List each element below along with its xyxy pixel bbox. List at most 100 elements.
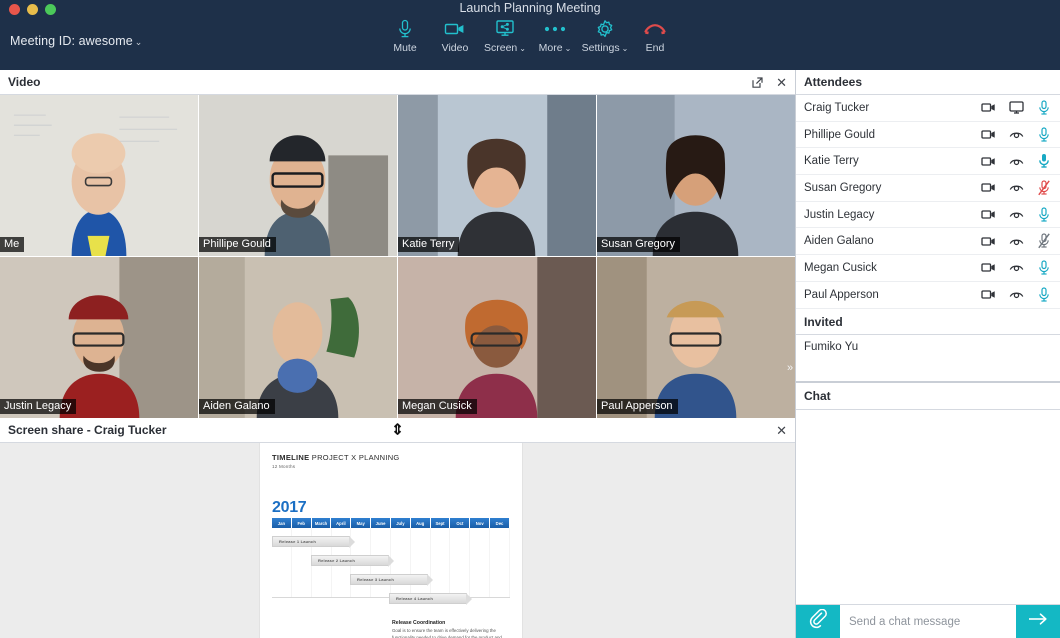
chat-message-input[interactable]: Send a chat message bbox=[840, 605, 1016, 638]
attendee-name: Katie Terry bbox=[804, 155, 859, 168]
video-feed bbox=[597, 95, 795, 256]
mute-button[interactable]: Mute bbox=[380, 18, 430, 54]
invited-section-title: Invited bbox=[796, 308, 1060, 335]
attendee-row[interactable]: Justin Legacy bbox=[796, 202, 1060, 229]
month-cell: Dec bbox=[490, 518, 510, 528]
mic-muted-icon[interactable] bbox=[1030, 233, 1058, 249]
video-feed bbox=[199, 95, 397, 256]
video-tile[interactable]: Phillipe Gould bbox=[199, 95, 397, 256]
video-tile[interactable]: Susan Gregory bbox=[597, 95, 795, 256]
send-arrow-icon bbox=[1027, 611, 1049, 632]
attendee-row[interactable]: Paul Apperson bbox=[796, 282, 1060, 309]
video-tile[interactable]: Megan Cusick bbox=[398, 257, 596, 418]
mic-active-icon[interactable] bbox=[1030, 153, 1058, 169]
meeting-toolbar: Mute Video Screen ⌄ More ⌄ Settings ⌄ En… bbox=[0, 18, 1060, 54]
gear-icon bbox=[595, 18, 615, 39]
eye-view-icon[interactable] bbox=[1002, 209, 1030, 220]
video-label: Video bbox=[441, 42, 469, 54]
month-cell: Jan bbox=[272, 518, 292, 528]
video-camera-icon[interactable] bbox=[974, 209, 1002, 220]
video-camera-icon[interactable] bbox=[974, 182, 1002, 193]
video-camera-icon[interactable] bbox=[974, 156, 1002, 167]
chevron-down-icon: ⌄ bbox=[564, 44, 572, 53]
attach-file-button[interactable] bbox=[796, 605, 840, 638]
invited-row[interactable]: Fumiko Yu bbox=[796, 335, 1060, 360]
month-cell: July bbox=[390, 518, 411, 528]
slide-title-bold: TIMELINE bbox=[272, 453, 310, 462]
timeline-month-header: Jan Feb March April May June July Aug Se… bbox=[272, 518, 510, 528]
video-camera-icon[interactable] bbox=[974, 129, 1002, 140]
slide-title-rest: PROJECT X PLANNING bbox=[309, 453, 400, 462]
mic-on-icon[interactable] bbox=[1030, 287, 1058, 303]
release-bar: Release 1 Launch bbox=[272, 536, 355, 548]
video-panel-title: Video bbox=[8, 75, 41, 89]
attendee-name: Craig Tucker bbox=[804, 101, 870, 114]
popout-icon[interactable] bbox=[751, 76, 764, 89]
video-camera-icon[interactable] bbox=[974, 236, 1002, 247]
eye-view-icon[interactable] bbox=[1002, 262, 1030, 273]
close-icon[interactable]: ✕ bbox=[776, 424, 787, 437]
eye-view-icon[interactable] bbox=[1002, 182, 1030, 193]
resize-handle[interactable]: ⇕ bbox=[391, 423, 404, 438]
attendee-row[interactable]: Aiden Galano bbox=[796, 228, 1060, 256]
shared-screen-viewport[interactable]: TIMELINE PROJECT X PLANNING 12 Months 20… bbox=[0, 443, 795, 638]
chat-panel-title: Chat bbox=[796, 381, 1060, 410]
video-camera-icon[interactable] bbox=[974, 102, 1002, 113]
settings-button[interactable]: Settings ⌄ bbox=[580, 18, 630, 54]
video-tile-name: Phillipe Gould bbox=[199, 237, 276, 252]
video-tile[interactable]: Aiden Galano bbox=[199, 257, 397, 418]
attendee-row[interactable]: Megan Cusick bbox=[796, 255, 1060, 282]
slide-footer: Release Coordination Goal is to ensure t… bbox=[272, 620, 510, 638]
screen-share-button[interactable]: Screen ⌄ bbox=[480, 18, 530, 54]
more-button[interactable]: More ⌄ bbox=[530, 18, 580, 54]
chat-input-bar: Send a chat message bbox=[796, 604, 1060, 638]
attendees-panel-header: Attendees bbox=[796, 70, 1060, 95]
timeline-grid: Release 1 Launch Release 2 Launch Releas… bbox=[272, 528, 510, 605]
attendee-row[interactable]: Craig Tucker bbox=[796, 95, 1060, 122]
eye-view-icon[interactable] bbox=[1002, 156, 1030, 167]
eye-view-icon[interactable] bbox=[1002, 129, 1030, 140]
eye-view-icon[interactable] bbox=[1002, 236, 1030, 247]
video-tile-name: Susan Gregory bbox=[597, 237, 680, 252]
mic-muted-icon[interactable] bbox=[1030, 180, 1058, 196]
video-button[interactable]: Video bbox=[430, 18, 480, 54]
mic-on-icon[interactable] bbox=[1030, 126, 1058, 143]
video-tile[interactable]: Justin Legacy bbox=[0, 257, 198, 418]
attendee-row[interactable]: Phillipe Gould bbox=[796, 122, 1060, 149]
video-panel-header: Video ✕ bbox=[0, 70, 795, 95]
mic-on-icon[interactable] bbox=[1030, 100, 1058, 116]
slide-year: 2017 bbox=[272, 499, 307, 516]
attendee-row[interactable]: Susan Gregory bbox=[796, 175, 1060, 202]
screen-share-header: Screen share - Craig Tucker ⇕ ✕ bbox=[0, 418, 795, 443]
video-tile-name: Justin Legacy bbox=[0, 399, 77, 414]
attendees-title: Attendees bbox=[804, 75, 863, 89]
video-tile[interactable]: Me bbox=[0, 95, 198, 256]
month-cell: Aug bbox=[410, 518, 431, 528]
eye-view-icon[interactable] bbox=[1002, 289, 1030, 300]
send-message-button[interactable] bbox=[1016, 605, 1060, 638]
screen-share-panel: Screen share - Craig Tucker ⇕ ✕ TIMELINE… bbox=[0, 418, 795, 638]
mic-on-icon[interactable] bbox=[1030, 206, 1058, 223]
video-tile[interactable]: Katie Terry bbox=[398, 95, 596, 256]
end-label: End bbox=[645, 42, 665, 54]
chat-messages-list[interactable] bbox=[796, 409, 1060, 604]
video-grid-container: Me Phillipe Gould Katie Terry Susan Greg… bbox=[0, 95, 795, 418]
close-icon[interactable]: ✕ bbox=[776, 76, 787, 89]
attendees-empty-space bbox=[796, 360, 1060, 382]
video-tile[interactable]: Paul Apperson bbox=[597, 257, 795, 418]
video-feed bbox=[597, 257, 795, 418]
mic-on-icon[interactable] bbox=[1030, 260, 1058, 276]
settings-label: Settings bbox=[581, 42, 620, 54]
attendees-list: Craig Tucker Phillipe Gould Katie Terry … bbox=[796, 95, 1060, 309]
video-feed bbox=[398, 95, 596, 256]
end-call-button[interactable]: End bbox=[630, 18, 680, 54]
video-camera-icon[interactable] bbox=[974, 289, 1002, 300]
month-cell: April bbox=[331, 518, 352, 528]
slide-subtitle: 12 Months bbox=[272, 464, 296, 469]
attendee-name: Megan Cusick bbox=[804, 261, 877, 274]
attendee-row[interactable]: Katie Terry bbox=[796, 148, 1060, 176]
main-content: Video ✕ Me Phillipe Gould Katie Terry Su… bbox=[0, 70, 1060, 638]
video-camera-icon[interactable] bbox=[974, 262, 1002, 273]
collapse-sidebar-handle[interactable]: » bbox=[784, 355, 796, 381]
monitor-icon[interactable] bbox=[1002, 101, 1030, 114]
